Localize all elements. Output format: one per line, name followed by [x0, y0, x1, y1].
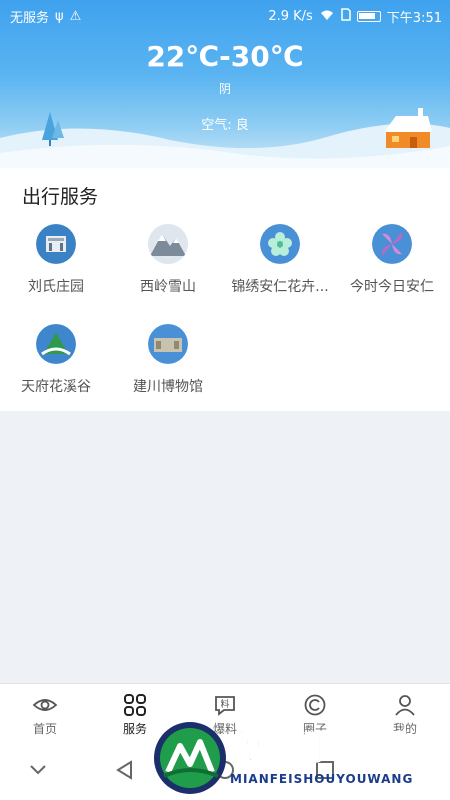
tab-home[interactable]: 首页 [0, 684, 90, 744]
watermark-logo [154, 722, 226, 794]
travel-services-section: 出行服务 刘氏庄园 西岭雪山 锦绣安仁花卉... 今时今日安仁 天府花溪谷 建川… [0, 168, 450, 411]
house-icon [384, 108, 432, 148]
snow-mountain-icon [148, 224, 188, 264]
weather-condition: 阴 [218, 82, 231, 96]
usb-icon: ψ [55, 9, 64, 24]
carrier-text: 无服务 [10, 11, 50, 26]
status-bar: 无服务 ψ ⚠ 2.9 K/s 下午3:51 [0, 0, 450, 30]
service-item-label: 天府花溪谷 [21, 379, 91, 395]
snow-landscape-illustration [0, 108, 450, 168]
service-item-label: 今时今日安仁 [350, 279, 434, 295]
back-icon[interactable] [114, 759, 136, 785]
grid-icon [122, 692, 148, 718]
network-speed: 2.9 K/s [268, 9, 313, 24]
sim-icon [341, 8, 351, 25]
warning-icon: ⚠ [69, 9, 82, 24]
flower-icon [260, 224, 300, 264]
service-item-label: 建川博物馆 [133, 379, 203, 395]
temperature-range: 22℃-30℃ [146, 40, 304, 73]
service-item-jinxiu-anren-flower[interactable]: 锦绣安仁花卉... [224, 224, 336, 296]
valley-icon [36, 324, 76, 364]
wifi-icon [319, 9, 335, 25]
service-item-liushi-manor[interactable]: 刘氏庄园 [0, 224, 112, 296]
chevron-down-icon[interactable] [28, 759, 48, 783]
pinwheel-icon [372, 224, 412, 264]
section-title: 出行服务 [22, 186, 99, 208]
manor-icon [36, 224, 76, 264]
watermark-title: 免费手游网 [229, 727, 410, 769]
museum-icon [148, 324, 188, 364]
service-item-tianfu-huaxi-valley[interactable]: 天府花溪谷 [0, 324, 112, 396]
service-item-label: 刘氏庄园 [28, 279, 84, 295]
clock: 下午3:51 [386, 11, 442, 26]
service-item-jianchuan-museum[interactable]: 建川博物馆 [112, 324, 224, 396]
battery-icon [356, 11, 381, 22]
service-item-xiling-snow-mountain[interactable]: 西岭雪山 [112, 224, 224, 296]
watermark-subtitle: MIANFEISHOUYOUWANG [230, 772, 414, 786]
watermark: 免费手游网 MIANFEISHOUYOUWANG [150, 712, 450, 800]
weather-header: 无服务 ψ ⚠ 2.9 K/s 下午3:51 22℃-30℃ 阴 空气: 良 [0, 0, 450, 168]
service-item-label: 西岭雪山 [140, 279, 196, 295]
tab-label: 首页 [32, 722, 57, 736]
eye-icon [32, 692, 58, 718]
svg-text:料: 料 [220, 698, 229, 710]
service-item-jinshi-jinri-anren[interactable]: 今时今日安仁 [336, 224, 448, 296]
service-item-label: 锦绣安仁花卉... [231, 279, 329, 295]
